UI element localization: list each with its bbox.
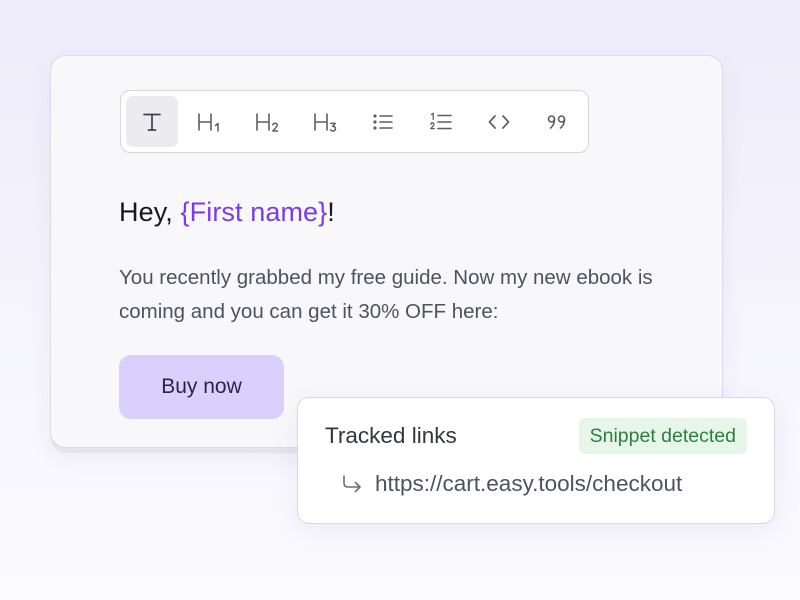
heading-3-button[interactable] (300, 96, 352, 147)
tracked-links-title: Tracked links (325, 423, 457, 448)
heading-1-icon (197, 111, 223, 133)
buy-now-button[interactable]: Buy now (119, 355, 284, 419)
snippet-detected-badge: Snippet detected (578, 418, 747, 454)
code-icon (487, 113, 511, 131)
tracked-link-url[interactable]: https://cart.easy.tools/checkout (375, 471, 682, 497)
bullet-list-button[interactable] (358, 96, 410, 147)
bullet-list-icon (372, 112, 394, 132)
greeting-suffix: ! (327, 197, 335, 227)
email-greeting[interactable]: Hey, {First name}! (119, 197, 335, 228)
numbered-list-icon (429, 111, 453, 133)
tracked-links-popover: Tracked links Snippet detected https://c… (297, 397, 775, 524)
quote-button[interactable] (531, 96, 583, 147)
heading-2-icon (255, 111, 281, 133)
email-body-text[interactable]: You recently grabbed my free guide. Now … (119, 261, 659, 329)
heading-1-button[interactable] (184, 96, 236, 147)
text-style-button[interactable] (126, 96, 178, 147)
quote-icon (546, 113, 568, 131)
greeting-prefix: Hey, (119, 197, 181, 227)
buy-now-label: Buy now (161, 375, 242, 398)
heading-3-icon (313, 111, 339, 133)
first-name-variable[interactable]: {First name} (181, 197, 328, 227)
numbered-list-button[interactable] (415, 96, 467, 147)
return-arrow-icon (341, 474, 363, 494)
email-editor-card: Hey, {First name}! You recently grabbed … (50, 55, 723, 448)
heading-2-button[interactable] (242, 96, 294, 147)
formatting-toolbar (120, 90, 589, 153)
tracked-link-row[interactable]: https://cart.easy.tools/checkout (341, 471, 682, 497)
code-button[interactable] (473, 96, 525, 147)
text-icon (141, 111, 163, 133)
